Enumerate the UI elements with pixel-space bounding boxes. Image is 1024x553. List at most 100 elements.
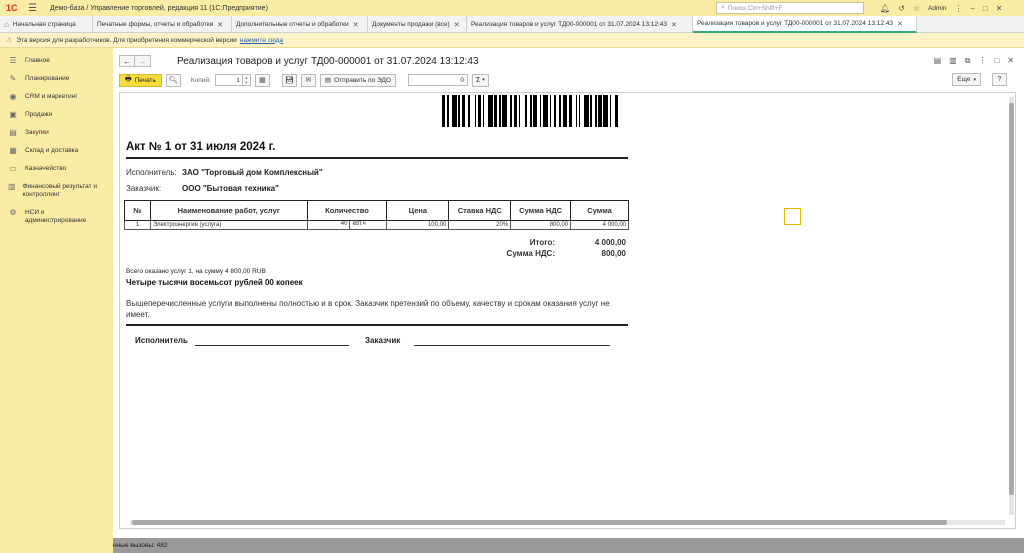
- executor-value: ЗАО "Торговый дом Комплексный": [182, 168, 323, 177]
- cart-icon: ▤: [9, 128, 17, 137]
- tab-close-icon[interactable]: ✕: [353, 21, 359, 29]
- cell-vat-rate: 20%: [448, 220, 512, 230]
- developer-banner: ⚠ Эта версия для разработчиков. Для прио…: [0, 33, 1024, 48]
- gear-icon: ⚙: [9, 208, 17, 217]
- send-edo-button[interactable]: ▤ Отправить по ЭДО: [319, 73, 396, 87]
- save-icon[interactable]: ▤: [934, 56, 942, 66]
- column-header: Сумма НДС: [510, 200, 572, 221]
- app-title: Демо-база / Управление торговлей, редакц…: [50, 4, 268, 12]
- kebab-menu-icon[interactable]: ⋮: [954, 4, 962, 13]
- sidebar-item-warehouse[interactable]: ▦ Склад и доставка: [0, 142, 113, 160]
- star-icon[interactable]: ☆: [913, 4, 920, 13]
- tab-bar: ⌂ Начальная страница Печатные формы, отч…: [0, 16, 1024, 33]
- column-header: Ставка НДС: [448, 200, 512, 221]
- search-placeholder: Поиск Ctrl+Shift+F: [727, 4, 783, 12]
- column-header: Цена: [386, 200, 450, 221]
- main-panel: ← → Реализация товаров и услуг ТД00-0000…: [113, 48, 1024, 538]
- cell-vat-sum: 800,00: [510, 220, 572, 230]
- chevron-down-icon: ▾: [482, 77, 485, 83]
- sign-customer-line: [414, 345, 610, 346]
- preview-button[interactable]: 🔍︎: [165, 73, 181, 87]
- more-icon[interactable]: ⋮: [978, 56, 986, 66]
- sidebar-item-label: Склад и доставка: [25, 147, 79, 154]
- sidebar-item-sales[interactable]: ▣ Продажи: [0, 106, 113, 124]
- tab-close-icon[interactable]: ✕: [217, 21, 223, 29]
- sidebar-item-main[interactable]: ☰ Главное: [0, 52, 113, 70]
- status-text: нные вызовы: 482: [113, 542, 168, 549]
- tab-label: Дополнительные отчеты и обработки: [236, 21, 349, 28]
- history-icon[interactable]: ↺: [898, 4, 905, 13]
- money-icon: ▭: [9, 164, 17, 173]
- printer-icon[interactable]: ▥: [949, 56, 957, 66]
- crm-icon: ◉: [9, 92, 17, 101]
- cell-sum: 4 000,00: [570, 220, 629, 230]
- customer-label: Заказчик:: [126, 184, 162, 193]
- tab-additional-reports[interactable]: Дополнительные отчеты и обработки ✕: [232, 16, 368, 33]
- total-value: 4 000,00: [594, 238, 626, 247]
- customer-row: Заказчик: ООО "Бытовая техника": [126, 184, 279, 193]
- close-icon[interactable]: ✕: [996, 4, 1003, 13]
- help-button[interactable]: ?: [992, 73, 1007, 86]
- tab-sales-docs[interactable]: Документы продажи (все) ✕: [368, 16, 467, 33]
- home-icon: ⌂: [4, 20, 9, 29]
- user-name[interactable]: Admin: [928, 5, 946, 12]
- link-icon[interactable]: ⧉: [965, 56, 971, 66]
- document-header: ← → Реализация товаров и услуг ТД00-0000…: [119, 54, 479, 68]
- purchase-link[interactable]: нажмите сюда: [240, 37, 283, 44]
- executor-label: Исполнитель:: [126, 168, 177, 177]
- tab-sale-document[interactable]: Реализация товаров и услуг ТД00-000001 о…: [467, 16, 693, 33]
- selected-cell[interactable]: [784, 208, 801, 225]
- total-label: Итого:: [529, 238, 555, 247]
- horizontal-scrollbar[interactable]: [130, 520, 1005, 525]
- sidebar-item-planning[interactable]: ✎ Планирование: [0, 70, 113, 88]
- sidebar-item-treasury[interactable]: ▭ Казначейство: [0, 160, 113, 178]
- minimize-icon[interactable]: –: [970, 4, 974, 13]
- chart-icon: ▥: [8, 182, 16, 191]
- quantity-value: 40: [308, 221, 351, 229]
- save-button[interactable]: 💾︎: [281, 73, 297, 87]
- tab-close-icon[interactable]: ✕: [897, 20, 903, 28]
- back-button[interactable]: ←: [119, 55, 135, 67]
- sign-executor-label: Исполнитель: [135, 336, 188, 345]
- print-label: Печать: [134, 76, 156, 84]
- sum-select[interactable]: Σ ▾: [471, 73, 489, 87]
- sidebar-item-label: Продажи: [25, 111, 53, 118]
- tab-close-icon[interactable]: ✕: [454, 21, 460, 29]
- sidebar-item-label: Планирование: [25, 75, 70, 82]
- settings-button[interactable]: ▦: [254, 73, 270, 87]
- menu-icon[interactable]: ☰: [28, 3, 46, 14]
- tab-home[interactable]: ⌂ Начальная страница: [0, 16, 93, 33]
- column-header: №: [124, 200, 151, 221]
- bell-icon[interactable]: 🔔︎: [880, 4, 890, 13]
- scrollbar-thumb[interactable]: [132, 520, 947, 525]
- email-button[interactable]: ✉: [300, 73, 316, 87]
- vat-label: Сумма НДС:: [506, 249, 555, 258]
- toolbar: 🖶︎ Печать 🔍︎ Копий: 1 ▲ ▼ ▦ 💾︎ ✉ ▤ Отправ…: [119, 73, 1019, 87]
- page-title: Реализация товаров и услуг ТД00-000001 о…: [177, 55, 479, 67]
- copies-stepper[interactable]: ▲ ▼: [242, 74, 251, 86]
- print-form[interactable]: Акт № 1 от 31 июля 2024 г. Исполнитель: …: [119, 92, 1016, 529]
- unit-value: кВт.ч: [352, 221, 366, 227]
- close-icon[interactable]: ✕: [1007, 56, 1014, 66]
- forward-button[interactable]: →: [135, 55, 151, 67]
- magnifier-icon: 🔍︎: [168, 77, 178, 84]
- search-input[interactable]: ⌕ Поиск Ctrl+Shift+F: [716, 2, 864, 14]
- sidebar-item-admin[interactable]: ⚙ НСИ и администрирование: [0, 204, 113, 230]
- copies-input[interactable]: 1: [214, 74, 243, 86]
- warning-icon: ⚠: [6, 37, 13, 44]
- sidebar-item-purchases[interactable]: ▤ Закупки: [0, 124, 113, 142]
- vertical-scrollbar[interactable]: [1009, 97, 1014, 515]
- sum-field[interactable]: 0: [407, 74, 468, 86]
- maximize-icon[interactable]: □: [983, 4, 988, 13]
- divider: [126, 157, 628, 159]
- tab-print-forms[interactable]: Печатные формы, отчеты и обработки ✕: [93, 16, 232, 33]
- print-button[interactable]: 🖶︎ Печать: [119, 73, 162, 87]
- tab-sale-document-print[interactable]: Реализация товаров и услуг ТД00-000001 о…: [693, 16, 917, 33]
- scrollbar-thumb[interactable]: [1009, 103, 1014, 495]
- sidebar-item-crm[interactable]: ◉ CRM и маркетинг: [0, 88, 113, 106]
- sum-icon: Σ: [475, 76, 481, 84]
- window-icon[interactable]: □: [994, 56, 999, 66]
- tab-close-icon[interactable]: ✕: [671, 21, 677, 29]
- sidebar-item-finance[interactable]: ▥ Финансовый результат и контроллинг: [0, 178, 113, 204]
- more-button[interactable]: Еще ▾: [952, 73, 981, 86]
